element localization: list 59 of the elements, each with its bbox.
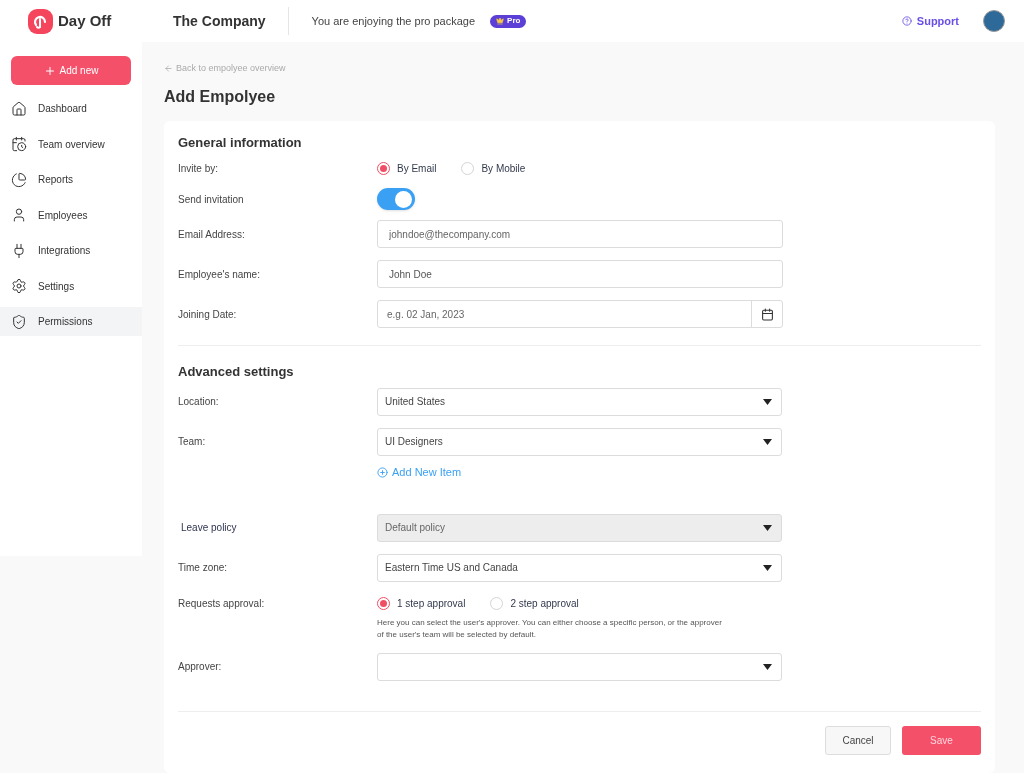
input-field[interactable]: johndoe@thecompany.com [377, 220, 783, 248]
nav-item[interactable]: Team overview [0, 129, 142, 159]
plug-icon [11, 242, 27, 259]
package-text: You are enjoying the pro package [311, 13, 476, 29]
select-field[interactable]: UI Designers [377, 427, 782, 456]
field-label: Employee's name: [178, 267, 261, 282]
field-label: Email Address: [178, 227, 246, 242]
nav-item[interactable]: Settings [0, 271, 142, 301]
cancel-button[interactable]: Cancel [825, 725, 891, 755]
toggle-switch[interactable] [377, 188, 415, 210]
support-link[interactable]: Support [901, 12, 959, 30]
calendar-icon [11, 136, 27, 152]
crown-icon [496, 17, 505, 25]
calendar-icon [760, 307, 774, 321]
nav-item[interactable]: Permissions [0, 307, 142, 336]
nav-item[interactable]: Employees [0, 200, 142, 230]
avatar[interactable] [983, 10, 1005, 32]
arrow-left-icon [164, 64, 173, 74]
select-field[interactable]: Eastern Time US and Canada [377, 553, 782, 582]
pro-badge: Pro [490, 14, 527, 28]
field-label: Approver: [178, 660, 223, 674]
field-label: Invite by: [178, 161, 220, 176]
caret-icon [763, 663, 772, 670]
caret-icon [763, 398, 772, 405]
nav-item[interactable]: Dashboard [0, 94, 142, 123]
page-title: Add Empolyee [164, 86, 277, 107]
logo-icon [28, 8, 53, 34]
home-icon [11, 100, 27, 117]
section-title: Advanced settings [178, 363, 295, 381]
nav-item[interactable]: Integrations [0, 236, 142, 265]
plus-icon [43, 64, 56, 77]
radio-option[interactable]: 1 step approval [377, 596, 466, 611]
field-label: Time zone: [178, 561, 229, 575]
shield-icon [11, 313, 27, 330]
radio-option[interactable]: 2 step approval [490, 596, 579, 611]
select-field[interactable] [377, 652, 782, 681]
person-icon [11, 207, 27, 223]
caret-icon [763, 438, 772, 445]
caret-icon [763, 564, 772, 571]
help-text: Here you can select the user's approver. You can either choose a specific person, or the approver of the user's team will be selected by default. [377, 616, 723, 641]
pie-chart-icon [11, 171, 27, 188]
plus-circle-icon [377, 467, 388, 478]
section-title: General information [178, 133, 303, 152]
radio-option[interactable]: By Email [377, 160, 437, 176]
company-name: The Company [173, 7, 289, 35]
field-label: Send invitation [178, 192, 245, 207]
gear-icon [11, 278, 27, 294]
select-field[interactable]: United States [377, 387, 782, 416]
input-field[interactable]: John Doe [377, 260, 783, 288]
help-icon [901, 16, 912, 26]
radio-option[interactable]: By Mobile [461, 160, 526, 176]
field-label: Requests approval: [178, 597, 266, 611]
field-label: Team: [178, 435, 207, 449]
caret-icon [763, 524, 772, 531]
field-label: Joining Date: [178, 307, 238, 322]
nav-item[interactable]: Reports [0, 165, 142, 194]
field-label: Location: [178, 395, 220, 409]
field-label: Leave policy [180, 521, 238, 535]
brand-name: Day Off [58, 10, 112, 31]
